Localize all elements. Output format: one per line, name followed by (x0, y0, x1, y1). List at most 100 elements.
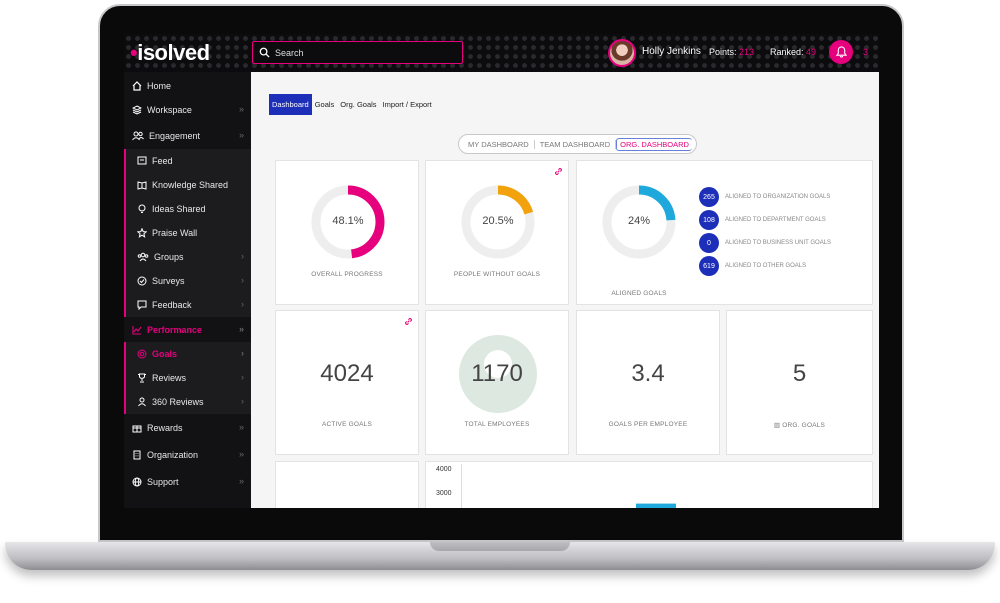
tab-dashboard[interactable]: Dashboard (269, 94, 312, 115)
link-icon[interactable] (554, 167, 563, 176)
sidebar-item-feed[interactable]: Feed (124, 149, 251, 173)
bar-mark[interactable] (636, 503, 676, 508)
org-goals-value: 5 (792, 360, 807, 387)
tab-import-export[interactable]: Import / Export (380, 94, 435, 115)
laptop-frame: •isolved Search Holly Jenkins Points: 21… (0, 0, 1000, 603)
sidebar-item-surveys[interactable]: Surveys › (124, 269, 251, 293)
aligned-goals-caption: ALIGNED GOALS (611, 290, 667, 297)
y-tick-label: 3000 (436, 490, 452, 497)
sidebar-item-label: Reviews (152, 373, 187, 383)
dashboard-tabs: Dashboard Goals Org. Goals Import / Expo… (269, 94, 435, 115)
scope-org-dashboard[interactable]: ORG. DASHBOARD (616, 137, 692, 151)
total-employees-value: 1170 (471, 360, 523, 387)
bar-chart-svg (636, 503, 676, 508)
users-icon (132, 131, 144, 141)
sidebar-item-label: Surveys (152, 276, 185, 286)
overall-progress-caption: OVERALL PROGRESS (311, 271, 383, 278)
sidebar-item-reviews[interactable]: Reviews › (124, 366, 251, 390)
chevron-right-icon: › (241, 348, 244, 358)
legend-label: ALIGNED TO DEPARTMENT GOALS (725, 217, 826, 223)
card-goals-per-employee: 3.4 GOALS PER EMPLOYEE (576, 310, 720, 455)
feed-icon (137, 156, 147, 165)
chevron-down-icon: » (238, 324, 244, 334)
sidebar-item-organization[interactable]: Organization » (124, 443, 251, 467)
chevron-right-icon: » (238, 104, 244, 114)
goals-per-employee-caption: GOALS PER EMPLOYEE (608, 421, 688, 428)
layers-icon (132, 105, 142, 115)
sidebar-item-home[interactable]: Home (124, 74, 251, 98)
survey-icon (137, 276, 147, 286)
active-goals-caption: ACTIVE GOALS (321, 421, 373, 428)
sidebar-item-360-reviews[interactable]: 360 Reviews › (124, 390, 251, 414)
group-icon (137, 252, 149, 262)
ranked-display: Ranked: 49 (770, 47, 817, 57)
card-overall-progress: 48.1% OVERALL PROGRESS (275, 160, 419, 305)
sidebar-item-label: Groups (154, 252, 184, 262)
sidebar-item-support[interactable]: Support » (124, 470, 251, 494)
laptop-notch (430, 542, 570, 551)
goals-per-employee-value: 3.4 (631, 360, 665, 387)
search-input[interactable]: Search (252, 41, 463, 64)
sidebar-item-label: Performance (147, 325, 203, 335)
avatar[interactable] (608, 39, 636, 67)
total-employees-caption: TOTAL EMPLOYEES (464, 421, 530, 428)
org-goals-caption: ▥ ORG. GOALS (773, 422, 826, 429)
chevron-right-icon: » (238, 422, 244, 432)
top-header: •isolved Search Holly Jenkins Points: 21… (124, 34, 879, 72)
sidebar-item-rewards[interactable]: Rewards » (124, 416, 251, 440)
scope-team-dashboard[interactable]: TEAM DASHBOARD (535, 139, 617, 149)
chevron-right-icon: » (238, 449, 244, 459)
home-icon (132, 81, 142, 91)
gift-icon (132, 425, 142, 433)
dashboard-main: Dashboard Goals Org. Goals Import / Expo… (251, 72, 879, 508)
sidebar-item-goals[interactable]: Goals › (124, 342, 251, 366)
sidebar-item-label: Organization (147, 450, 199, 460)
legend-row-other: 619 ALIGNED TO OTHER GOALS (699, 256, 806, 276)
sidebar: Home Workspace » Engagement » Feed Knowled… (124, 72, 251, 508)
chevron-right-icon: › (241, 372, 244, 382)
dashboard-scope-toggle: MY DASHBOARD TEAM DASHBOARD ORG. DASHBOA… (458, 134, 697, 154)
building-icon: ▥ (773, 422, 783, 429)
tab-org-goals[interactable]: Org. Goals (337, 94, 379, 115)
card-aligned-goals: 24% ALIGNED GOALS 265 ALIGNED TO ORGANIZA… (576, 160, 873, 305)
sidebar-item-performance[interactable]: Performance » (124, 318, 251, 342)
legend-count: 0 (699, 233, 719, 253)
sidebar-item-label: Rewards (147, 423, 183, 433)
card-people-without-goals: 20.5% PEOPLE WITHOUT GOALS (425, 160, 569, 305)
link-icon[interactable] (404, 317, 413, 326)
notification-button[interactable] (829, 40, 853, 64)
card-total-employees: 1170 TOTAL EMPLOYEES (425, 310, 569, 455)
bell-icon (835, 46, 847, 58)
sidebar-item-feedback[interactable]: Feedback › (124, 293, 251, 317)
tab-goals[interactable]: Goals (312, 94, 338, 115)
sidebar-item-ideas-shared[interactable]: Ideas Shared (124, 197, 251, 221)
isolved-logo[interactable]: •isolved (130, 40, 210, 66)
chevron-right-icon: › (241, 299, 244, 309)
lightbulb-icon (138, 204, 146, 213)
chevron-right-icon: › (241, 275, 244, 285)
sidebar-item-groups[interactable]: Groups › (124, 245, 251, 269)
notification-count: 3 (863, 47, 869, 57)
feedback-icon (137, 300, 147, 310)
sidebar-item-praise-wall[interactable]: Praise Wall (124, 221, 251, 245)
sidebar-item-label: Feedback (152, 300, 192, 310)
building-icon (133, 450, 141, 460)
sidebar-item-workspace[interactable]: Workspace » (124, 98, 251, 122)
y-tick-label: 4000 (436, 466, 452, 473)
legend-count: 108 (699, 210, 719, 230)
user-name[interactable]: Holly Jenkins (642, 46, 701, 57)
active-goals-value: 4024 (320, 360, 374, 387)
sidebar-item-label: Ideas Shared (152, 204, 206, 214)
chevron-right-icon: › (241, 251, 244, 261)
legend-row-business-unit: 0 ALIGNED TO BUSINESS UNIT GOALS (699, 233, 831, 253)
legend-count: 265 (699, 187, 719, 207)
card-active-goals: 4024 ACTIVE GOALS (275, 310, 419, 455)
sidebar-item-engagement[interactable]: Engagement » (124, 124, 251, 148)
sidebar-item-label: 360 Reviews (152, 397, 204, 407)
star-icon (137, 228, 147, 238)
scope-my-dashboard[interactable]: MY DASHBOARD (463, 139, 535, 149)
sidebar-item-label: Goals (152, 349, 178, 359)
sidebar-item-label: Feed (152, 156, 173, 166)
review-icon (138, 397, 146, 407)
sidebar-item-knowledge-shared[interactable]: Knowledge Shared (124, 173, 251, 197)
